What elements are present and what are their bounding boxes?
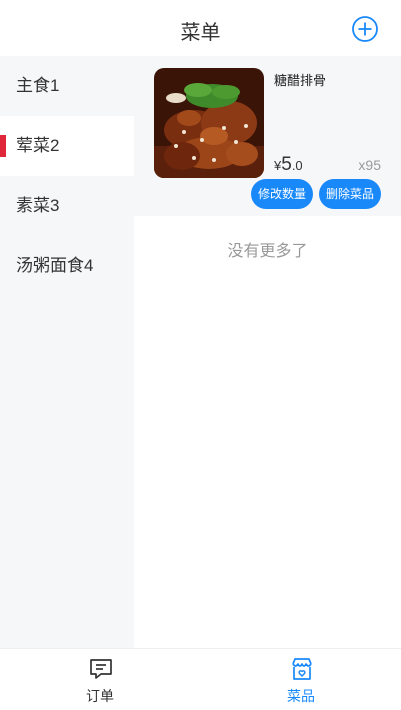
plus-circle-icon [352,16,378,42]
price-decimal: .0 [291,158,303,173]
dish-price: ¥5.0 [274,154,303,176]
tab-dishes-label: 菜品 [287,688,315,704]
shop-icon [292,658,312,680]
sidebar-item-label: 素菜3 [16,196,60,215]
bottom-tabbar: 订单 菜品 [0,648,401,709]
dish-image [154,68,264,178]
tab-dishes[interactable]: 菜品 [201,649,401,710]
active-indicator [0,135,6,157]
sidebar-item-label: 荤菜2 [16,136,60,155]
category-sidebar: 主食1 荤菜2 素菜3 汤粥面食4 [0,56,134,648]
sidebar-item-staple[interactable]: 主食1 [0,56,134,116]
no-more-text: 没有更多了 [227,243,308,260]
dish-list: 糖醋排骨 ¥5.0 x95 修改数量 删除菜品 没有更多了 [134,56,401,648]
sidebar-item-label: 汤粥面食4 [16,256,94,275]
sidebar-item-vegetable[interactable]: 素菜3 [0,176,134,236]
dish-quantity: x95 [358,157,381,173]
tab-orders-label: 订单 [86,688,114,704]
edit-quantity-button[interactable]: 修改数量 [251,179,313,209]
add-dish-button[interactable] [351,15,379,43]
dish-name: 糖醋排骨 [274,73,327,88]
page-title: 菜单 [180,22,221,44]
top-header: 菜单 [0,0,401,56]
sidebar-item-soup-noodle[interactable]: 汤粥面食4 [0,236,134,296]
sidebar-item-label: 主食1 [16,76,60,95]
sidebar-item-meat[interactable]: 荤菜2 [0,116,134,176]
message-icon [90,659,112,679]
dish-card: 糖醋排骨 ¥5.0 x95 修改数量 删除菜品 [134,56,401,216]
delete-dish-button[interactable]: 删除菜品 [319,179,381,209]
price-integer: 5 [281,154,292,175]
tab-orders[interactable]: 订单 [0,649,200,710]
